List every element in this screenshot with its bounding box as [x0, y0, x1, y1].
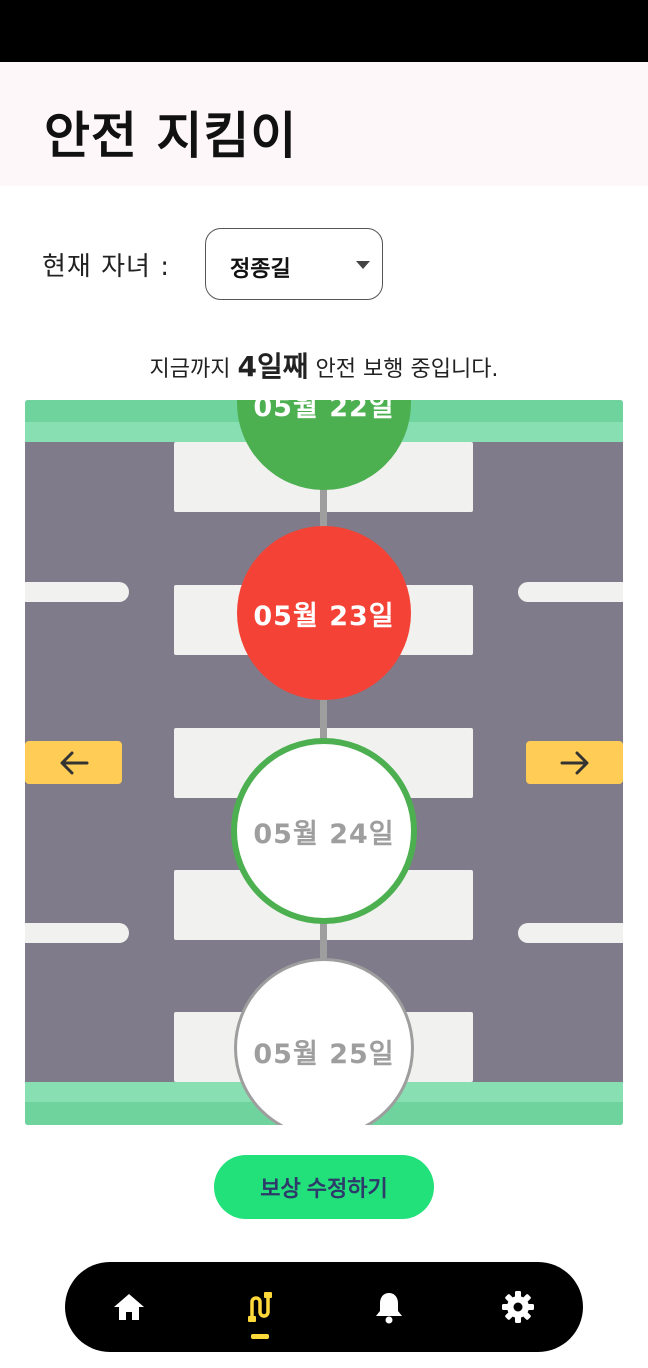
- day-label: 05월 23일: [253, 600, 395, 632]
- gear-icon: [502, 1291, 534, 1323]
- status-bar: [0, 0, 648, 62]
- edit-reward-button[interactable]: 보상 수정하기: [214, 1155, 434, 1219]
- crosswalk-timeline: 05월 22일 05월 23일 05월 24일 05월 25일: [25, 400, 623, 1125]
- home-icon: [114, 1294, 144, 1320]
- nav-home[interactable]: [106, 1284, 152, 1330]
- day-circle-upcoming[interactable]: 05월 25일: [234, 958, 414, 1125]
- arrow-left-icon: [60, 751, 88, 774]
- lane-marking: [518, 582, 623, 602]
- day-label: 05월 25일: [253, 1039, 395, 1070]
- nav-route[interactable]: [237, 1284, 283, 1330]
- day-label: 05월 22일: [253, 400, 395, 423]
- header: 안전 지킴이: [0, 62, 648, 186]
- chevron-down-icon: [356, 261, 370, 269]
- page-title: 안전 지킴이: [44, 107, 298, 165]
- child-selector-label: 현재 자녀 :: [42, 252, 170, 282]
- progress-suffix: 안전 보행 중입니다.: [308, 357, 499, 382]
- progress-prefix: 지금까지: [149, 357, 238, 382]
- progress-days: 4일째: [237, 350, 309, 383]
- arrow-right-icon: [560, 751, 588, 774]
- child-dropdown[interactable]: 정종길: [205, 228, 383, 300]
- child-selector-row: 현재 자녀 : 정종길: [0, 228, 648, 304]
- crosswalk-route-icon: [248, 1292, 272, 1322]
- nav-notifications[interactable]: [366, 1284, 412, 1330]
- day-circle-today[interactable]: 05월 24일: [231, 738, 417, 924]
- lane-marking: [25, 923, 129, 943]
- bottom-nav: [65, 1262, 583, 1352]
- previous-day-button[interactable]: [25, 741, 122, 784]
- day-label: 05월 24일: [253, 818, 395, 850]
- next-day-button[interactable]: [526, 741, 623, 784]
- lane-marking: [25, 582, 129, 602]
- child-dropdown-value: 정종길: [230, 257, 291, 282]
- nav-settings[interactable]: [495, 1284, 541, 1330]
- day-circle-unsafe[interactable]: 05월 23일: [237, 526, 411, 700]
- safe-walk-progress: 지금까지 4일째 안전 보행 중입니다.: [0, 345, 648, 385]
- nav-active-indicator: [251, 1334, 269, 1339]
- lane-marking: [518, 923, 623, 943]
- bell-icon: [376, 1293, 402, 1324]
